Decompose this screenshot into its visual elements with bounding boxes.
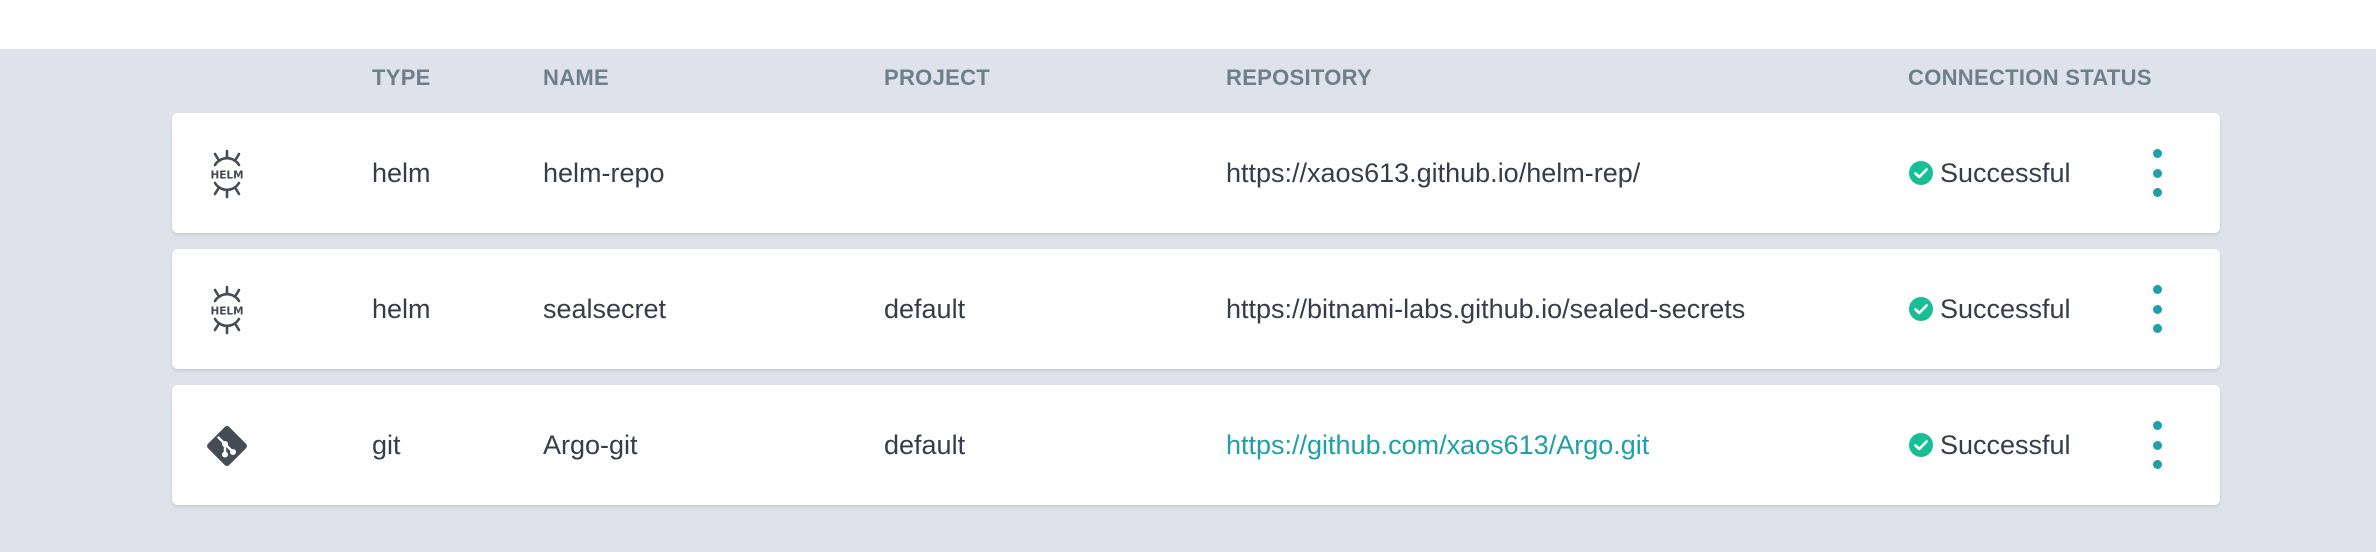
row-project: default [884,430,966,460]
check-circle-icon [1909,297,1933,321]
check-circle-icon [1909,161,1933,185]
header-connection-status: CONNECTION STATUS [1908,65,2152,90]
table-row[interactable]: HELM helm sealsecret default https://bit… [172,249,2220,369]
row-project: default [884,294,966,324]
row-name: sealsecret [543,294,667,324]
header-repository: REPOSITORY [1226,65,1373,90]
row-repository: https://bitnami-labs.github.io/sealed-se… [1226,294,1746,324]
svg-text:HELM: HELM [210,170,243,182]
status-text: Successful [1940,157,2071,188]
connection-status: Successful [1908,249,2071,369]
status-text: Successful [1940,293,2071,324]
check-circle-icon [1909,433,1933,457]
header-name: NAME [543,65,609,90]
row-name: Argo-git [543,430,638,460]
repository-link[interactable]: https://github.com/xaos613/Argo.git [1226,385,1649,505]
row-repository: https://xaos613.github.io/helm-rep/ [1226,158,1641,188]
connection-status: Successful [1908,113,2071,233]
status-text: Successful [1940,429,2071,460]
row-name: helm-repo [543,158,665,188]
git-icon [207,426,247,466]
svg-text:HELM: HELM [210,306,243,318]
row-type: helm [372,158,431,188]
table-row[interactable]: git Argo-git default https://github.com/… [172,385,2220,505]
header-project: PROJECT [884,65,991,90]
more-vertical-icon[interactable] [2142,285,2172,333]
helm-icon: HELM [210,149,244,199]
row-type: git [372,430,401,460]
table-row[interactable]: HELM helm helm-repo https://xaos613.gith… [172,113,2220,233]
more-vertical-icon[interactable] [2142,149,2172,197]
connection-status: Successful [1908,385,2071,505]
helm-icon: HELM [210,285,244,335]
more-vertical-icon[interactable] [2142,421,2172,469]
header-type: TYPE [372,65,431,90]
top-strip [0,0,2376,49]
row-type: helm [372,294,431,324]
